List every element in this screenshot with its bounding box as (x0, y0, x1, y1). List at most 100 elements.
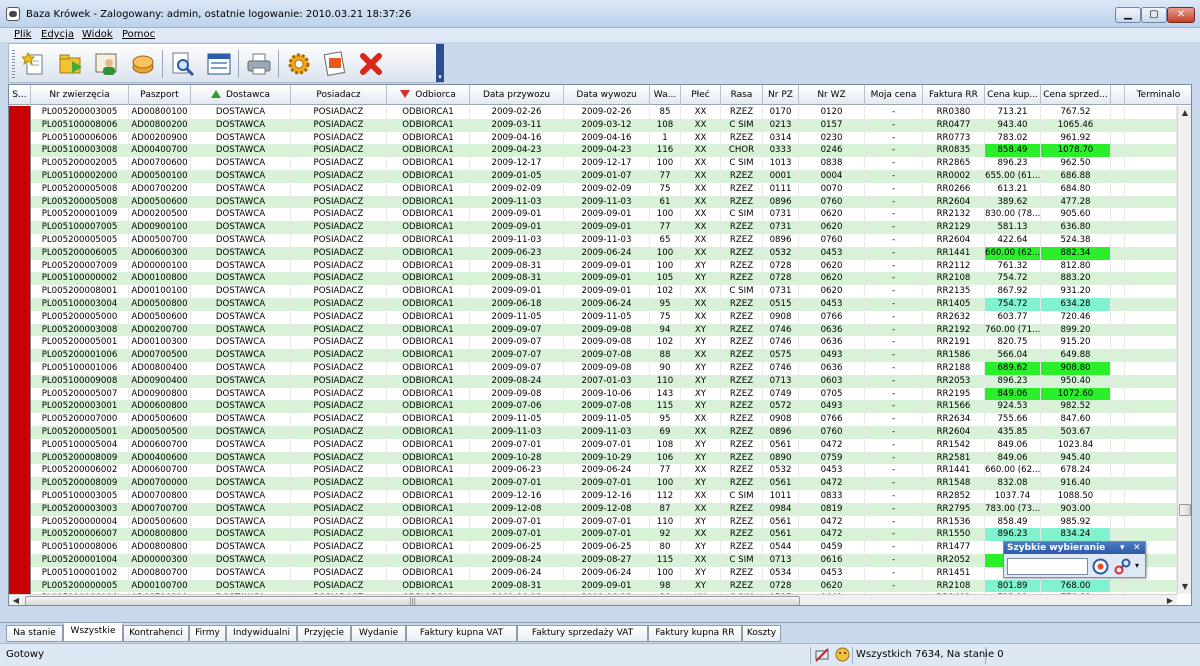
quick-dial-input[interactable] (1007, 558, 1088, 575)
table-row[interactable]: PL005100001006 AD00800400 DOSTAWCA POSIADAC… (9, 362, 1177, 375)
table-row[interactable]: PL005200006007 AD00800800 DOSTAWCA POSIADAC… (9, 528, 1177, 542)
table-row[interactable]: PL005200002005 AD00700600 DOSTAWCA POSIADAC… (9, 157, 1177, 170)
dropdown-icon[interactable]: ▾ (1120, 542, 1125, 554)
tab-przyjęcie[interactable]: Przyjęcie (297, 625, 351, 642)
table-row[interactable]: PL005200006002 AD00600700 DOSTAWCA POSIADAC… (9, 464, 1177, 478)
print-button[interactable] (242, 47, 276, 81)
scroll-up-icon[interactable]: ▲ (1178, 106, 1191, 120)
table-row[interactable]: PL005100005004 AD00600700 DOSTAWCA POSIADAC… (9, 438, 1177, 452)
col-header-cena-kupna[interactable]: Cena kup... (985, 85, 1041, 105)
col-header-waga[interactable]: Wa... (650, 85, 681, 105)
table-row[interactable]: PL005200008009 AD00700000 DOSTAWCA POSIADAC… (9, 477, 1177, 490)
col-header-moja-cena[interactable]: Moja cena (865, 85, 923, 105)
col-header-paszport[interactable]: Paszport (129, 85, 191, 105)
col-header-nr-zwierzecia[interactable]: Nr zwierzęcia (31, 85, 129, 105)
link-icon[interactable] (1114, 558, 1131, 575)
table-row[interactable]: PL005200003008 AD00200700 DOSTAWCA POSIADAC… (9, 323, 1177, 337)
table-row[interactable]: PL005200003001 AD00600800 DOSTAWCA POSIADAC… (9, 400, 1177, 414)
table-row[interactable]: PL005200003005 AD00800100 DOSTAWCA POSIADAC… (9, 106, 1177, 119)
col-header-faktura-rr[interactable]: Faktura RR (923, 85, 985, 105)
col-header-dostawca[interactable]: Dostawca (191, 85, 291, 105)
table-row[interactable]: PL005100009008 AD00900400 DOSTAWCA POSIADAC… (9, 374, 1177, 388)
table-row[interactable]: PL005100000002 AD00100800 DOSTAWCA POSIADAC… (9, 272, 1177, 286)
tab-koszty[interactable]: Koszty (742, 625, 781, 642)
table-row[interactable]: PL005200005007 AD00900800 DOSTAWCA POSIADAC… (9, 387, 1177, 401)
col-header-data-wywozu[interactable]: Data wywozu (564, 85, 650, 105)
col-header-plec[interactable]: Płeć (681, 85, 721, 105)
close-icon[interactable]: ✕ (1133, 542, 1141, 554)
toolbar-grip[interactable] (12, 50, 15, 78)
scroll-down-icon[interactable]: ▼ (1178, 580, 1191, 594)
table-row[interactable]: PL005200005008 AD00500600 DOSTAWCA POSIADAC… (9, 195, 1177, 209)
vertical-scrollbar[interactable]: ▲ ▼ (1177, 106, 1191, 594)
report-button[interactable] (318, 47, 352, 81)
table-row[interactable]: PL005100008006 AD00800800 DOSTAWCA POSIADAC… (9, 541, 1177, 554)
table-row[interactable]: PL005200008009 AD00400600 DOSTAWCA POSIADAC… (9, 451, 1177, 465)
settings-button[interactable] (282, 47, 316, 81)
col-header-rasa[interactable]: Rasa (721, 85, 763, 105)
tab-wydanie[interactable]: Wydanie (351, 625, 406, 642)
toolbar-overflow-button[interactable]: ▾ (436, 44, 444, 82)
col-header-terminalowo[interactable]: Terminalo (1125, 85, 1191, 105)
table-row[interactable]: PL005200008001 AD00100100 DOSTAWCA POSIADAC… (9, 285, 1177, 298)
table-row[interactable]: PL005200000004 AD00500600 DOSTAWCA POSIADAC… (9, 515, 1177, 529)
calendar-button[interactable] (202, 47, 236, 81)
chevron-down-icon[interactable]: ▾ (1135, 561, 1139, 570)
col-header-nr-pz[interactable]: Nr PZ (763, 85, 799, 105)
table-row[interactable]: PL005200000005 AD00100700 DOSTAWCA POSIADAC… (9, 579, 1177, 593)
col-header-cena-sprzedazy[interactable]: Cena sprzed... (1041, 85, 1111, 105)
table-row[interactable]: PL005200001006 AD00700500 DOSTAWCA POSIADAC… (9, 349, 1177, 362)
col-header-blank[interactable] (1111, 85, 1125, 105)
users-button[interactable] (90, 47, 124, 81)
vertical-scroll-thumb[interactable] (1179, 504, 1191, 516)
col-header-posiadacz[interactable]: Posiadacz (291, 85, 387, 105)
tab-faktury-kupna-rr[interactable]: Faktury kupna RR (648, 625, 742, 642)
table-row[interactable]: PL005200007000 AD00500600 DOSTAWCA POSIADAC… (9, 413, 1177, 426)
tab-faktury-sprzedaży-vat[interactable]: Faktury sprzedaży VAT (517, 625, 648, 642)
col-header-status[interactable]: S... (9, 85, 31, 105)
tab-firmy[interactable]: Firmy (189, 625, 226, 642)
table-row[interactable]: PL005200005008 AD00700200 DOSTAWCA POSIADAC… (9, 182, 1177, 196)
menu-widok[interactable]: Widok (82, 29, 113, 40)
maximize-button[interactable]: ▢ (1141, 7, 1167, 23)
table-row[interactable]: PL005100007005 AD00900100 DOSTAWCA POSIADAC… (9, 221, 1177, 234)
table-row[interactable]: PL005200007009 AD00000100 DOSTAWCA POSIADAC… (9, 259, 1177, 273)
table-row[interactable]: PL005200006005 AD00600300 DOSTAWCA POSIADAC… (9, 246, 1177, 260)
scroll-left-icon[interactable]: ◀ (9, 594, 23, 605)
table-row[interactable]: PL005100003004 AD00500800 DOSTAWCA POSIADAC… (9, 298, 1177, 311)
table-row[interactable]: PL005100008006 AD00800200 DOSTAWCA POSIADAC… (9, 118, 1177, 132)
search-button[interactable] (166, 47, 200, 81)
table-row[interactable]: PL005100003005 AD00700800 DOSTAWCA POSIADAC… (9, 490, 1177, 503)
open-button[interactable] (54, 47, 88, 81)
col-header-odbiorca[interactable]: Odbiorca (387, 85, 470, 105)
table-row[interactable]: PL005200005000 AD00500600 DOSTAWCA POSIADAC… (9, 310, 1177, 324)
table-row[interactable]: PL005200001004 AD00000300 DOSTAWCA POSIADAC… (9, 554, 1177, 567)
tab-faktury-kupna-vat[interactable]: Faktury kupna VAT (406, 625, 517, 642)
minimize-button[interactable]: ▁ (1115, 7, 1141, 23)
tab-indywidualni[interactable]: Indywidualni (226, 625, 297, 642)
exit-button[interactable] (354, 47, 388, 81)
tab-kontrahenci[interactable]: Kontrahenci (123, 625, 189, 642)
new-button[interactable] (18, 47, 52, 81)
table-row[interactable]: PL005200005001 AD00500500 DOSTAWCA POSIADAC… (9, 426, 1177, 439)
col-header-data-przywozu[interactable]: Data przywozu (470, 85, 564, 105)
table-row[interactable]: PL005100003008 AD00400700 DOSTAWCA POSIADAC… (9, 144, 1177, 158)
table-row[interactable]: PL005200005001 AD00100300 DOSTAWCA POSIADAC… (9, 336, 1177, 350)
horizontal-scroll-thumb[interactable]: ||| (25, 596, 800, 605)
table-row[interactable]: PL005200005005 AD00500700 DOSTAWCA POSIADAC… (9, 234, 1177, 247)
finance-button[interactable] (126, 47, 160, 81)
phone-dial-icon[interactable] (1092, 558, 1109, 575)
table-row[interactable]: PL005100001002 AD00800700 DOSTAWCA POSIADAC… (9, 566, 1177, 580)
close-window-button[interactable]: ✕ (1167, 7, 1195, 23)
table-row[interactable]: PL005100006006 AD00200900 DOSTAWCA POSIADAC… (9, 131, 1177, 145)
table-row[interactable]: PL005200001009 AD00200500 DOSTAWCA POSIADAC… (9, 208, 1177, 222)
scroll-right-icon[interactable]: ▶ (1163, 594, 1177, 605)
menu-pomoc[interactable]: Pomoc (122, 29, 155, 40)
col-header-nr-wz[interactable]: Nr WZ (799, 85, 865, 105)
table-row[interactable]: PL005200003003 AD00700700 DOSTAWCA POSIADAC… (9, 502, 1177, 516)
tab-na-stanie[interactable]: Na stanie (6, 625, 63, 642)
tab-wszystkie[interactable]: Wszystkie (63, 623, 123, 642)
menu-edycja[interactable]: Edycja (41, 29, 74, 40)
table-row[interactable]: PL005100002000 AD00500100 DOSTAWCA POSIADAC… (9, 170, 1177, 183)
menu-plik[interactable]: Plik (14, 29, 31, 40)
